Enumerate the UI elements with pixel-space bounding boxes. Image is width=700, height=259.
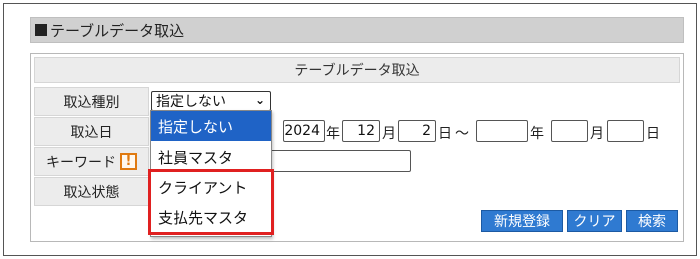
day-unit: 日	[438, 126, 452, 142]
month-unit: 月	[382, 126, 396, 142]
date-label-cell: 取込日	[34, 117, 149, 146]
panel-title: テーブルデータ取込	[34, 57, 680, 83]
option-employee-master[interactable]: 社員マスタ	[151, 142, 271, 172]
section-square-icon	[35, 24, 47, 36]
section-header: テーブルデータ取込	[30, 17, 684, 43]
date-from-year-input[interactable]: 2024	[283, 120, 325, 142]
option-payee-master[interactable]: 支払先マスタ	[151, 202, 271, 232]
type-label: 取込種別	[63, 94, 120, 111]
keyword-input[interactable]	[266, 150, 411, 172]
day-unit-to: 日	[646, 126, 660, 142]
clear-button[interactable]: クリア	[567, 210, 622, 232]
import-type-dropdown: 指定しない 社員マスタ クライアント 支払先マスタ	[150, 110, 272, 237]
import-panel: テーブルデータ取込 取込種別 取込日 キーワード ! 取込状態 指定しない ⌄ …	[30, 53, 684, 242]
new-register-button[interactable]: 新規登録	[481, 210, 563, 232]
import-type-select[interactable]: 指定しない ⌄	[151, 91, 271, 111]
date-from-day-input[interactable]: 2	[398, 120, 436, 142]
date-label: 取込日	[70, 124, 113, 141]
status-label-cell: 取込状態	[34, 177, 149, 206]
keyword-label: キーワード	[46, 154, 116, 171]
section-title: テーブルデータ取込	[50, 21, 185, 40]
import-type-selected-value: 指定しない	[156, 94, 226, 110]
date-from-month-input[interactable]: 12	[342, 120, 380, 142]
search-button[interactable]: 検索	[626, 210, 678, 232]
date-to-year-input[interactable]	[476, 120, 528, 142]
year-unit-to: 年	[530, 126, 544, 142]
date-to-month-input[interactable]	[551, 120, 588, 142]
option-none[interactable]: 指定しない	[151, 111, 271, 141]
option-client[interactable]: クライアント	[151, 172, 271, 202]
range-separator: ～	[455, 126, 469, 142]
status-label: 取込状態	[63, 184, 120, 201]
chevron-down-icon: ⌄	[254, 93, 265, 107]
type-label-cell: 取込種別	[34, 87, 149, 116]
keyword-label-cell: キーワード !	[34, 147, 149, 176]
year-unit: 年	[326, 126, 340, 142]
warning-icon[interactable]: !	[120, 153, 137, 170]
month-unit-to: 月	[590, 126, 604, 142]
date-to-day-input[interactable]	[607, 120, 644, 142]
